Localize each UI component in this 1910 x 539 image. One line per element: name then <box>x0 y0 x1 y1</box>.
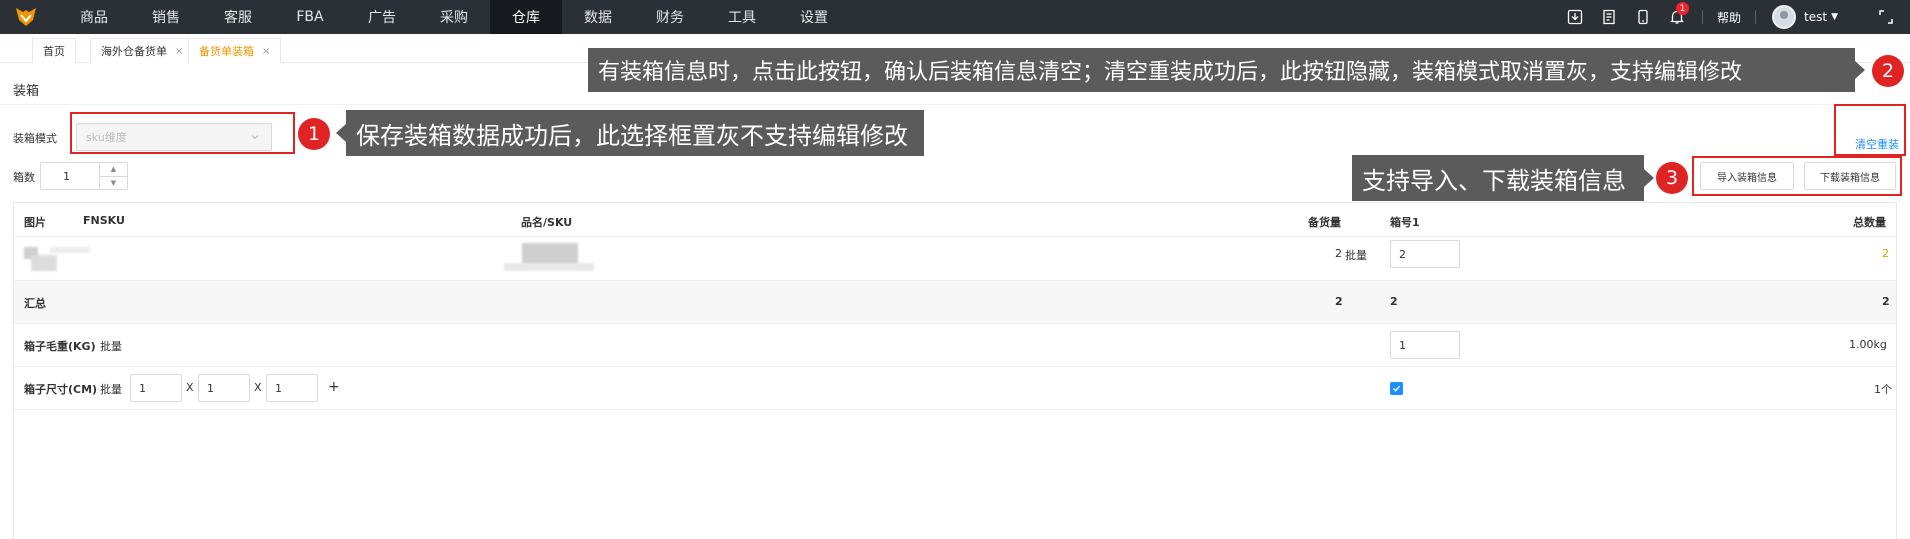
box-weight-input[interactable]: 1 <box>1390 331 1460 359</box>
header-name-sku: 品名/SKU <box>521 216 573 229</box>
tab-home[interactable]: 首页 <box>32 38 76 63</box>
menu-item-ads[interactable]: 广告 <box>346 0 418 34</box>
menu-item-settings[interactable]: 设置 <box>778 0 850 34</box>
nav-right: 1 帮助 test ▼ <box>1558 0 1910 34</box>
table-row: 2 批量 2 2 <box>14 237 1896 281</box>
expand-icon[interactable] <box>1874 0 1898 34</box>
tab-overseas-stock-order[interactable]: 海外仓备货单 × <box>90 38 195 63</box>
menu-item-purchase[interactable]: 采购 <box>418 0 490 34</box>
box-size-row: 箱子尺寸(CM) 批量 1 X 1 X 1 + 1个 <box>14 367 1896 410</box>
fnsku-value <box>50 247 90 253</box>
divider <box>0 104 1910 105</box>
annotation-1-number: 1 <box>298 118 330 150</box>
stock-qty: 2 <box>1335 247 1342 260</box>
annotation-3-callout: 支持导入、下载装箱信息 <box>1352 155 1654 201</box>
annotation-2-highlight <box>1834 104 1906 156</box>
packing-mode-label: 装箱模式 <box>13 132 57 145</box>
product-name <box>522 243 578 265</box>
box-weight-row: 箱子毛重(KG) 批量 1 1.00kg <box>14 324 1896 367</box>
summary-box-1: 2 <box>1390 295 1398 308</box>
annotation-1-highlight <box>70 112 295 154</box>
page-title: 装箱 <box>13 84 40 99</box>
packing-table: 图片 FNSKU 品名/SKU 备货量 箱号1 总数量 2 批量 2 2 汇总 … <box>13 202 1897 539</box>
box-1-qty-input[interactable]: 2 <box>1390 240 1460 268</box>
batch-link[interactable]: 批量 <box>100 338 122 354</box>
table-header: 图片 FNSKU 品名/SKU 备货量 箱号1 总数量 <box>14 203 1896 237</box>
menu-item-fba[interactable]: FBA <box>274 0 346 34</box>
chevron-up-icon[interactable]: ▲ <box>100 163 127 177</box>
batch-link[interactable]: 批量 <box>100 381 122 397</box>
size-total: 1个 <box>1874 383 1892 396</box>
menu-item-sales[interactable]: 销售 <box>130 0 202 34</box>
chevron-down-icon[interactable]: ▼ <box>100 177 127 190</box>
summary-row: 汇总 2 2 2 <box>14 281 1896 324</box>
box-weight-label: 箱子毛重(KG) <box>24 340 96 353</box>
top-nav: 商品 销售 客服 FBA 广告 采购 仓库 数据 财务 工具 设置 1 帮助 t… <box>0 0 1910 34</box>
box-height-input[interactable]: 1 <box>266 374 318 402</box>
notification-badge: 1 <box>1676 2 1690 15</box>
annotation-1-callout: 保存装箱数据成功后，此选择框置灰不支持编辑修改 <box>336 110 924 156</box>
product-sku <box>504 263 594 271</box>
user-menu[interactable]: test ▼ <box>1772 5 1838 29</box>
summary-total: 2 <box>1882 295 1890 308</box>
menu-item-warehouse[interactable]: 仓库 <box>490 0 562 34</box>
box-length-input[interactable]: 1 <box>130 374 182 402</box>
download-icon[interactable] <box>1558 0 1592 34</box>
avatar <box>1772 5 1797 29</box>
help-link[interactable]: 帮助 <box>1711 9 1747 26</box>
box-size-checkbox[interactable] <box>1390 382 1403 395</box>
box-width-input[interactable]: 1 <box>198 374 250 402</box>
task-list-icon[interactable] <box>1592 0 1626 34</box>
add-size-icon[interactable]: + <box>328 379 340 395</box>
username: test <box>1804 10 1828 24</box>
app-logo[interactable] <box>0 0 52 34</box>
tab-label: 首页 <box>43 45 65 58</box>
menu-item-customer-service[interactable]: 客服 <box>202 0 274 34</box>
box-size-label: 箱子尺寸(CM) <box>24 383 98 396</box>
menu-item-data[interactable]: 数据 <box>562 0 634 34</box>
tab-stock-order-packing[interactable]: 备货单装箱 × <box>188 38 282 63</box>
menu-item-products[interactable]: 商品 <box>58 0 130 34</box>
stepper-buttons: ▲ ▼ <box>99 163 127 189</box>
mobile-icon[interactable] <box>1626 0 1660 34</box>
weight-total: 1.00kg <box>1849 338 1887 351</box>
tab-label: 备货单装箱 <box>199 45 254 58</box>
main-menu: 商品 销售 客服 FBA 广告 采购 仓库 数据 财务 工具 设置 <box>58 0 850 34</box>
summary-label: 汇总 <box>24 297 46 310</box>
box-count-stepper[interactable]: 1 ▲ ▼ <box>40 162 128 190</box>
dimension-separator: X <box>254 381 262 394</box>
header-stock-qty: 备货量 <box>1308 216 1341 229</box>
header-image: 图片 <box>24 216 46 229</box>
tab-label: 海外仓备货单 <box>101 45 167 58</box>
product-image <box>31 255 57 271</box>
total-qty: 2 <box>1882 247 1889 260</box>
summary-stock-qty: 2 <box>1335 295 1343 308</box>
bell-icon[interactable]: 1 <box>1660 0 1694 34</box>
nav-divider <box>1755 10 1757 24</box>
annotation-3-highlight <box>1692 156 1902 196</box>
annotation-3-number: 3 <box>1656 162 1688 194</box>
nav-divider <box>1702 10 1704 24</box>
box-count-value[interactable]: 1 <box>41 170 99 183</box>
menu-item-tools[interactable]: 工具 <box>706 0 778 34</box>
annotation-2-callout: 有装箱信息时，点击此按钮，确认后装箱信息清空；清空重装成功后，此按钮隐藏，装箱模… <box>588 48 1865 92</box>
dimension-separator: X <box>186 381 194 394</box>
close-icon[interactable]: × <box>175 46 183 57</box>
header-fnsku: FNSKU <box>83 214 125 227</box>
batch-link[interactable]: 批量 <box>1345 247 1367 263</box>
menu-item-finance[interactable]: 财务 <box>634 0 706 34</box>
chevron-down-icon: ▼ <box>1831 12 1838 22</box>
box-count-label: 箱数 <box>13 171 35 184</box>
header-total: 总数量 <box>1853 216 1886 229</box>
header-box-1: 箱号1 <box>1390 216 1420 229</box>
annotation-2-number: 2 <box>1872 55 1904 87</box>
close-icon[interactable]: × <box>262 46 270 57</box>
